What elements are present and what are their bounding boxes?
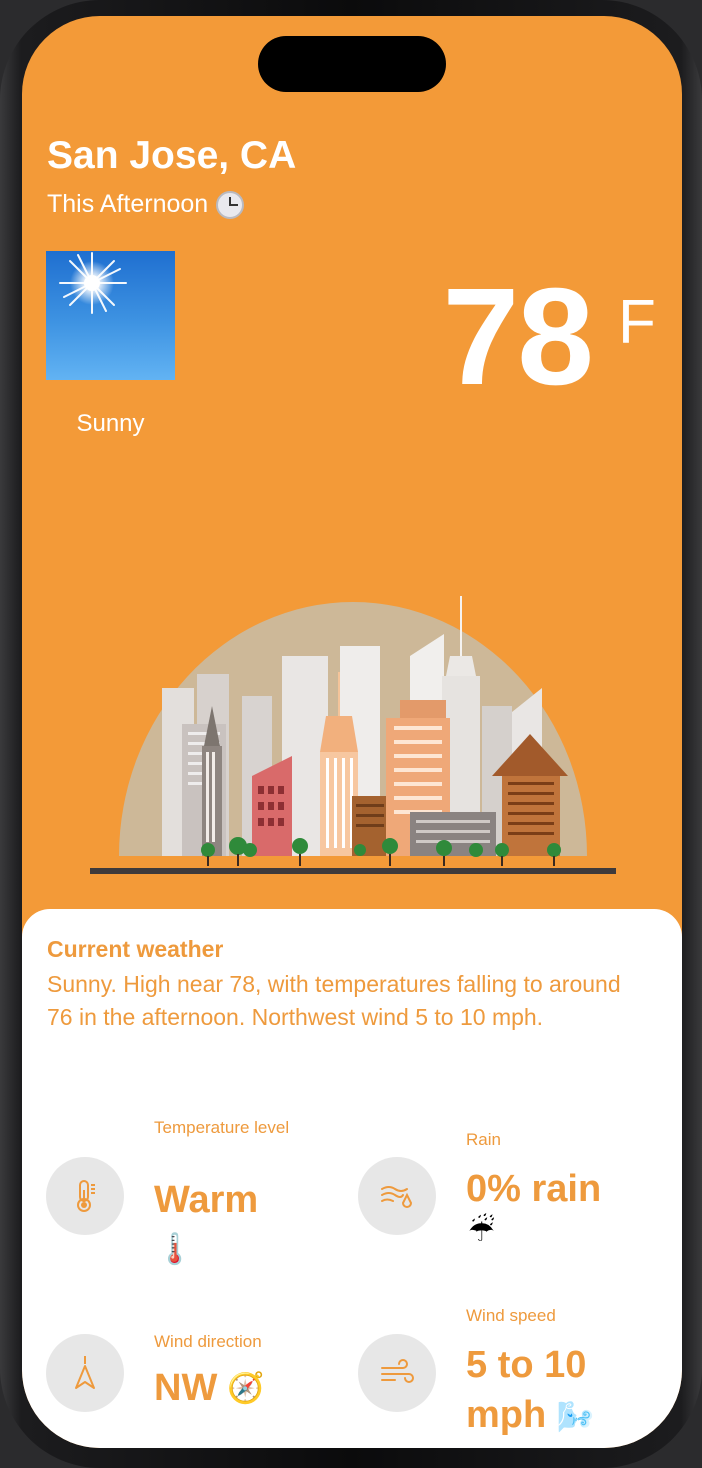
wind-direction-label: Wind direction xyxy=(154,1332,262,1351)
wind-direction-row: NW 🧭 xyxy=(154,1363,265,1413)
period-label: This Afternoon xyxy=(47,190,209,218)
phone-frame: San Jose, CA This Afternoon Sunny 78 F C… xyxy=(0,0,702,1468)
temperature-unit: F xyxy=(618,288,656,357)
city-skyline-illustration xyxy=(90,596,616,874)
location-arrow-icon xyxy=(46,1334,124,1412)
current-weather-title: Current weather xyxy=(47,936,224,962)
wind-icon xyxy=(358,1334,436,1412)
raindrop-wind-icon xyxy=(358,1157,436,1235)
wind-face-emoji: 🌬️ xyxy=(556,1400,595,1435)
time-period: This Afternoon xyxy=(47,190,245,219)
rain-value: 0% rain xyxy=(466,1168,602,1210)
current-weather-description: Sunny. High near 78, with temperatures f… xyxy=(47,971,621,1030)
thermometer-emoji: 🌡️ xyxy=(156,1232,194,1267)
wind-direction-value: NW xyxy=(154,1367,218,1409)
dynamic-island xyxy=(258,36,446,92)
temperature-level-value: Warm xyxy=(154,1179,259,1221)
app-screen: San Jose, CA This Afternoon Sunny 78 F C… xyxy=(22,16,682,1448)
clock-icon xyxy=(216,190,245,219)
city-name: San Jose, CA xyxy=(47,134,297,177)
rain-label: Rain xyxy=(466,1130,501,1149)
temperature-level-label: Temperature level xyxy=(154,1118,290,1137)
temperature-value: 78 xyxy=(442,260,594,414)
thermometer-icon xyxy=(46,1157,124,1235)
wind-speed-value: 5 to 10 mph 🌬️ xyxy=(466,1340,656,1443)
sun-icon xyxy=(46,251,175,380)
compass-emoji: 🧭 xyxy=(227,1370,265,1406)
wind-speed-label: Wind speed xyxy=(466,1306,556,1325)
umbrella-emoji: ☔ xyxy=(468,1214,495,1249)
condition-label: Sunny xyxy=(76,410,145,437)
